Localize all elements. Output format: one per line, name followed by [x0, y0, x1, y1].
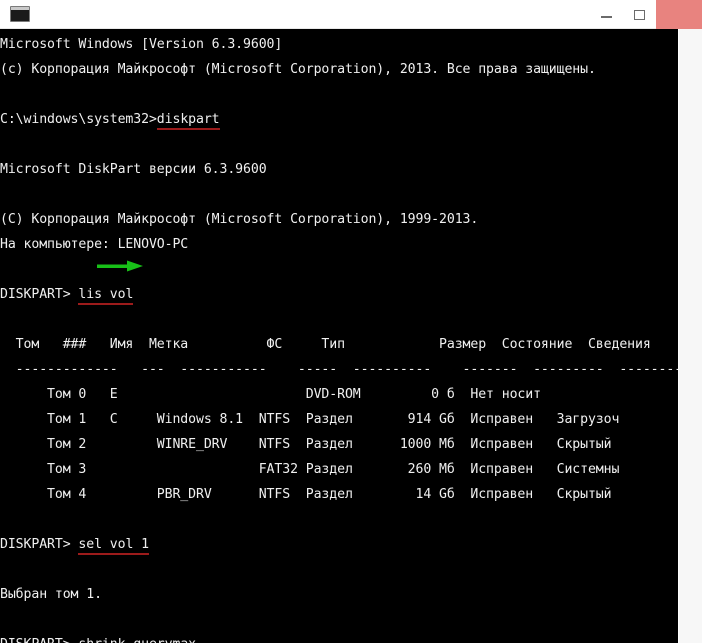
window-controls	[590, 0, 702, 29]
maximize-icon	[634, 9, 645, 20]
highlighted-command: lis vol	[78, 282, 133, 307]
console-output-line: (c) Корпорация Майкрософт (Microsoft Cor…	[0, 62, 596, 77]
close-button[interactable]	[656, 0, 702, 29]
scroll-up-arrow-icon[interactable]	[679, 29, 702, 51]
command-prompt-prefix: DISKPART>	[0, 537, 79, 552]
highlighted-command: diskpart	[156, 107, 220, 132]
console-output-line: (C) Корпорация Майкрософт (Microsoft Cor…	[0, 212, 479, 227]
console-output-line: На компьютере: LENOVO-PC	[0, 237, 189, 252]
volume-table-row: Том 4 PBR_DRV NTFS Раздел 14 Gб Исправен…	[0, 487, 612, 502]
console-output[interactable]: Microsoft Windows [Version 6.3.9600] (c) …	[0, 29, 678, 643]
vertical-scrollbar[interactable]	[678, 29, 702, 643]
volume-table-row: Том 2 WINRE_DRV NTFS Раздел 1000 Mб Испр…	[0, 437, 612, 452]
console-output-line: Microsoft Windows [Version 6.3.9600]	[0, 37, 283, 52]
command-prompt-prefix: DISKPART>	[0, 637, 78, 643]
minimize-button[interactable]	[590, 0, 623, 29]
highlighted-command: sel vol 1	[78, 532, 149, 557]
console-command-line: DISKPART> shrink querymax	[0, 632, 678, 643]
command-prompt-icon[interactable]	[10, 6, 30, 22]
volume-table-rule: ------------- --- ----------- ----- ----…	[0, 362, 678, 377]
command-prompt-prefix: DISKPART>	[0, 287, 79, 302]
console-area: Microsoft Windows [Version 6.3.9600] (c) …	[0, 29, 702, 643]
highlighted-command: shrink querymax	[78, 632, 196, 643]
volume-table-row: Том 3 FAT32 Раздел 260 Mб Исправен Систе…	[0, 462, 620, 477]
command-prompt-prefix: C:\windows\system32>	[0, 112, 157, 127]
maximize-button[interactable]	[623, 0, 656, 29]
command-prompt-window: Microsoft Windows [Version 6.3.9600] (c) …	[0, 0, 702, 643]
volume-table-row: Том 0 E DVD-ROM 0 б Нет носит	[0, 387, 557, 402]
volume-table-header: Том ### Имя Метка ФС Тип Размер Состояни…	[0, 337, 651, 352]
icon-titlebar-strip	[11, 7, 29, 10]
console-command-line: C:\windows\system32>diskpart	[0, 107, 678, 132]
minimize-icon	[601, 16, 612, 18]
console-output-line: Microsoft DiskPart версии 6.3.9600	[0, 162, 267, 177]
window-titlebar[interactable]	[0, 0, 702, 29]
console-output-line: Выбран том 1.	[0, 587, 102, 602]
volume-table-row: Том 1 C Windows 8.1 NTFS Раздел 914 Gб И…	[0, 412, 620, 427]
console-command-line: DISKPART> sel vol 1	[0, 532, 678, 557]
console-command-line: DISKPART> lis vol	[0, 282, 678, 307]
